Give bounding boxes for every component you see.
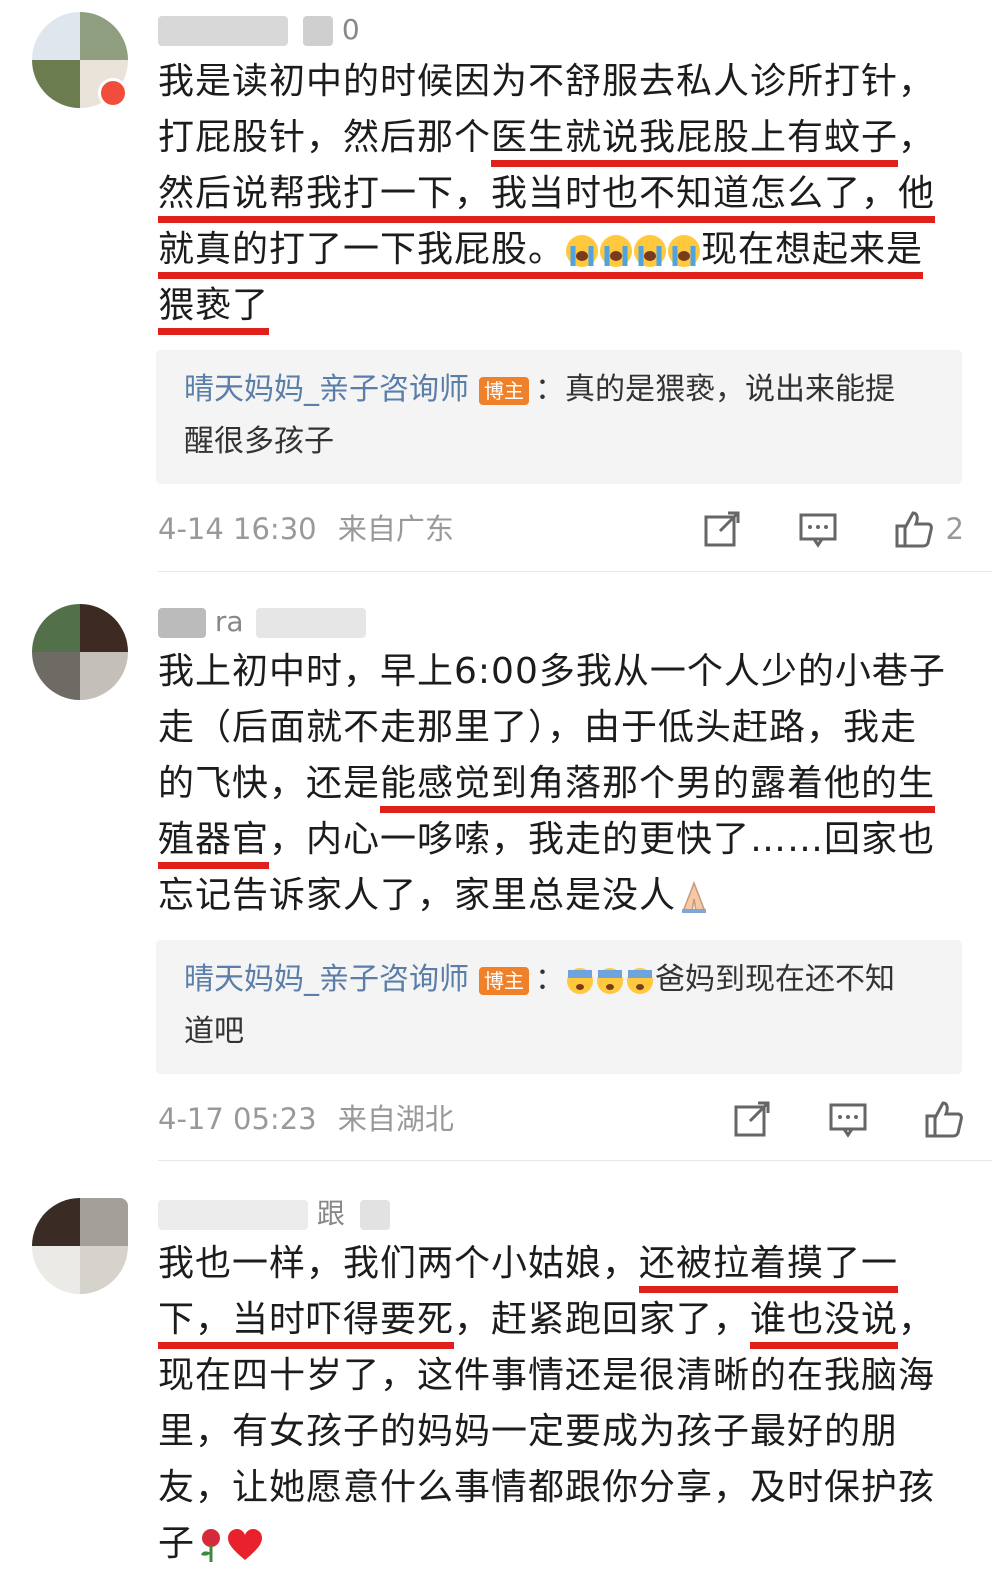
location: 来自湖北 [337,1102,454,1136]
loudly-crying-face-icon [600,235,633,267]
author-badge: 博主 [479,966,529,995]
highlight-underline: 还被拉着摸了一 [639,1243,899,1293]
loudly-crying-face-icon [566,235,599,267]
highlight-underline: 能感觉到角落那个男的露着他的生 [380,763,936,813]
highlight-underline: 猥亵了 [158,285,270,335]
like-icon[interactable] [924,1099,964,1139]
loudly-crying-face-icon [634,235,667,267]
highlight-underline: 然后说帮我打一下，我当时也不知道怎么了，他 [158,173,936,223]
verified-badge-icon [98,78,128,108]
location: 来自广东 [337,512,454,546]
username[interactable]: 0 [158,10,360,50]
timestamp: 4-17 05:23 [158,1102,317,1136]
highlight-underline: 下，当时吓得要死 [158,1299,455,1349]
share-icon[interactable] [702,509,742,549]
cold-sweat-emoji-group [565,962,655,997]
folded-hands-icon [682,880,707,913]
highlight-underline: 医生就说我屁股上有蚊子 [491,117,899,167]
reply-author-link[interactable]: 晴天妈妈_亲子咨询师 [184,962,469,997]
comment-icon[interactable] [798,509,838,549]
highlight-underline: 殖器官 [158,819,270,869]
highlight-underline: 谁也没说 [750,1299,899,1349]
avatar[interactable] [32,604,128,700]
username[interactable]: ra [158,602,367,642]
cold-sweat-face-icon [597,967,623,994]
author-reply[interactable]: 晴天妈妈_亲子咨询师 博主：爸妈到现在还不知 道吧 [156,940,962,1074]
highlight-underline: 就真的打了一下我屁股。 现在想起来是 [158,229,924,279]
comment-text: 我上初中时，早上6:00多我从一个人少的小巷子 走（后面就不走那里了），由于低头… [158,651,946,916]
divider [158,1160,992,1161]
timestamp: 4-14 16:30 [158,512,317,546]
author-reply[interactable]: 晴天妈妈_亲子咨询师 博主 ：真的是猥亵，说出来能提 醒很多孩子 [156,350,962,484]
loudly-crying-face-icon [668,235,701,267]
cold-sweat-face-icon [627,967,653,994]
reply-author-link[interactable]: 晴天妈妈_亲子咨询师 [184,372,469,407]
like-icon[interactable] [894,509,934,549]
divider [158,571,992,572]
comment-icon[interactable] [828,1099,868,1139]
avatar[interactable] [32,1198,128,1294]
crying-emoji-group [565,229,701,270]
like-count: 2 [945,512,964,546]
author-badge: 博主 [479,376,529,405]
red-heart-icon [228,1529,263,1560]
comment-text: 我也一样，我们两个小姑娘，还被拉着摸了一 下，当时吓得要死，赶紧跑回家了，谁也没… [158,1243,936,1564]
comment-text: 我是读初中的时候因为不舒服去私人诊所打针， 打屁股针，然后那个医生就说我屁股上有… [158,54,958,335]
rose-icon [201,1529,221,1562]
cold-sweat-face-icon [567,967,593,994]
username[interactable]: 跟 [158,1194,390,1234]
share-icon[interactable] [732,1099,772,1139]
comment-meta: 4-17 05:23 来自湖北 [158,1094,964,1144]
comment-meta: 4-14 16:30 来自广东 2 [158,504,964,554]
